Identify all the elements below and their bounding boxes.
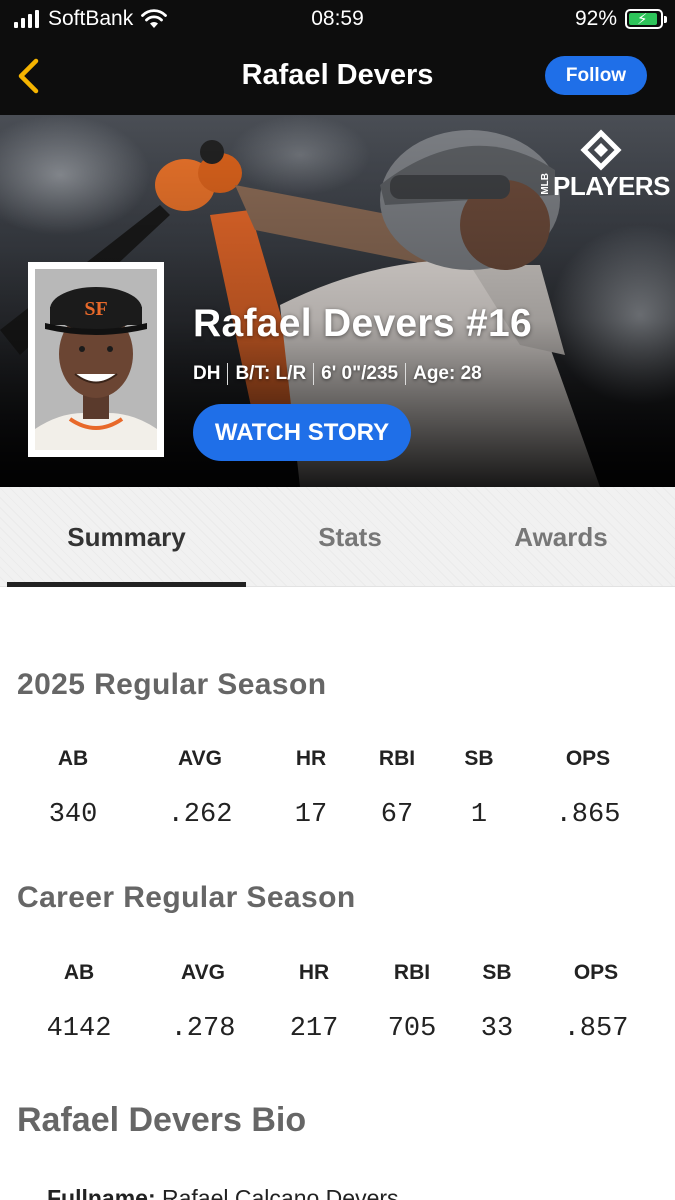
stat-header-avg: AVG [181,961,225,984]
player-height-weight: 6' 0"/235 [321,363,399,384]
status-bar: SoftBank 08:59 92% ⚡ [0,0,675,40]
back-button[interactable] [10,52,50,102]
bio-fullname: Fullname: Rafael Calcano Devers [47,1185,399,1200]
active-tab-indicator [7,582,246,587]
player-age: Age: 28 [413,363,482,384]
status-right: 92% ⚡ [574,7,667,31]
stat-header-rbi: RBI [393,961,431,984]
stat-value-avg: .278 [170,1014,236,1044]
follow-button[interactable]: Follow [545,56,647,95]
meta-divider [405,363,407,385]
stat-value-rbi: 67 [380,800,414,830]
bio-fullname-label: Fullname: [47,1185,156,1200]
stat-header-hr: HR [298,961,330,984]
stat-value-rbi: 705 [387,1014,437,1044]
chevron-left-icon [18,58,39,94]
player-hero: MLB PLAYERS SF Rafael Devers #16 DH B/T: [0,115,675,487]
tab-awards[interactable]: Awards [454,487,668,587]
mlb-players-logo-text: PLAYERS [553,171,670,201]
svg-text:SF: SF [84,298,107,320]
meta-divider [227,363,229,385]
stat-header-avg: AVG [178,747,222,770]
player-headshot-image: SF [35,269,157,450]
navigation-bar: Rafael Devers Follow [0,40,675,115]
player-name: Rafael Devers #16 [193,302,532,345]
battery-icon: ⚡ [625,9,667,29]
player-headshot: SF [28,262,164,457]
stat-header-ops: OPS [565,747,611,770]
stat-value-ops: .865 [555,800,621,830]
stat-value-ops: .857 [563,1014,629,1044]
clock: 08:59 [311,7,364,30]
stat-header-ab: AB [57,747,89,770]
stat-header-ops: OPS [573,961,619,984]
stat-value-ab: 340 [48,800,98,830]
player-position: DH [193,363,221,384]
tab-stats[interactable]: Stats [246,487,454,587]
career-stats-title: Career Regular Season [17,881,356,914]
stat-header-ab: AB [63,961,95,984]
stat-value-hr: 217 [289,1014,339,1044]
stat-header-sb: SB [464,747,494,770]
bio-fullname-value: Rafael Calcano Devers [162,1185,399,1200]
stat-header-hr: HR [295,747,327,770]
stat-header-sb: SB [482,961,512,984]
stat-value-ab: 4142 [46,1014,112,1044]
stat-value-sb: 33 [480,1014,514,1044]
bio-title: Rafael Devers Bio [17,1101,307,1139]
player-bats-throws: B/T: L/R [235,363,307,384]
tab-summary[interactable]: Summary [7,487,246,587]
stat-value-hr: 17 [294,800,328,830]
charging-bolt-icon: ⚡ [637,11,648,28]
meta-divider [313,363,315,385]
player-meta: DH B/T: L/R 6' 0"/235 Age: 28 [193,363,482,385]
mlb-logo-text: MLB [540,173,551,195]
season-stats-title: 2025 Regular Season [17,668,327,701]
battery-percent: 92% [574,7,617,30]
stat-value-avg: .262 [167,800,233,830]
watch-story-button[interactable]: WATCH STORY [193,404,411,461]
stat-value-sb: 1 [470,800,488,830]
stat-header-rbi: RBI [378,747,416,770]
profile-tabs: Summary Stats Awards [0,487,675,587]
